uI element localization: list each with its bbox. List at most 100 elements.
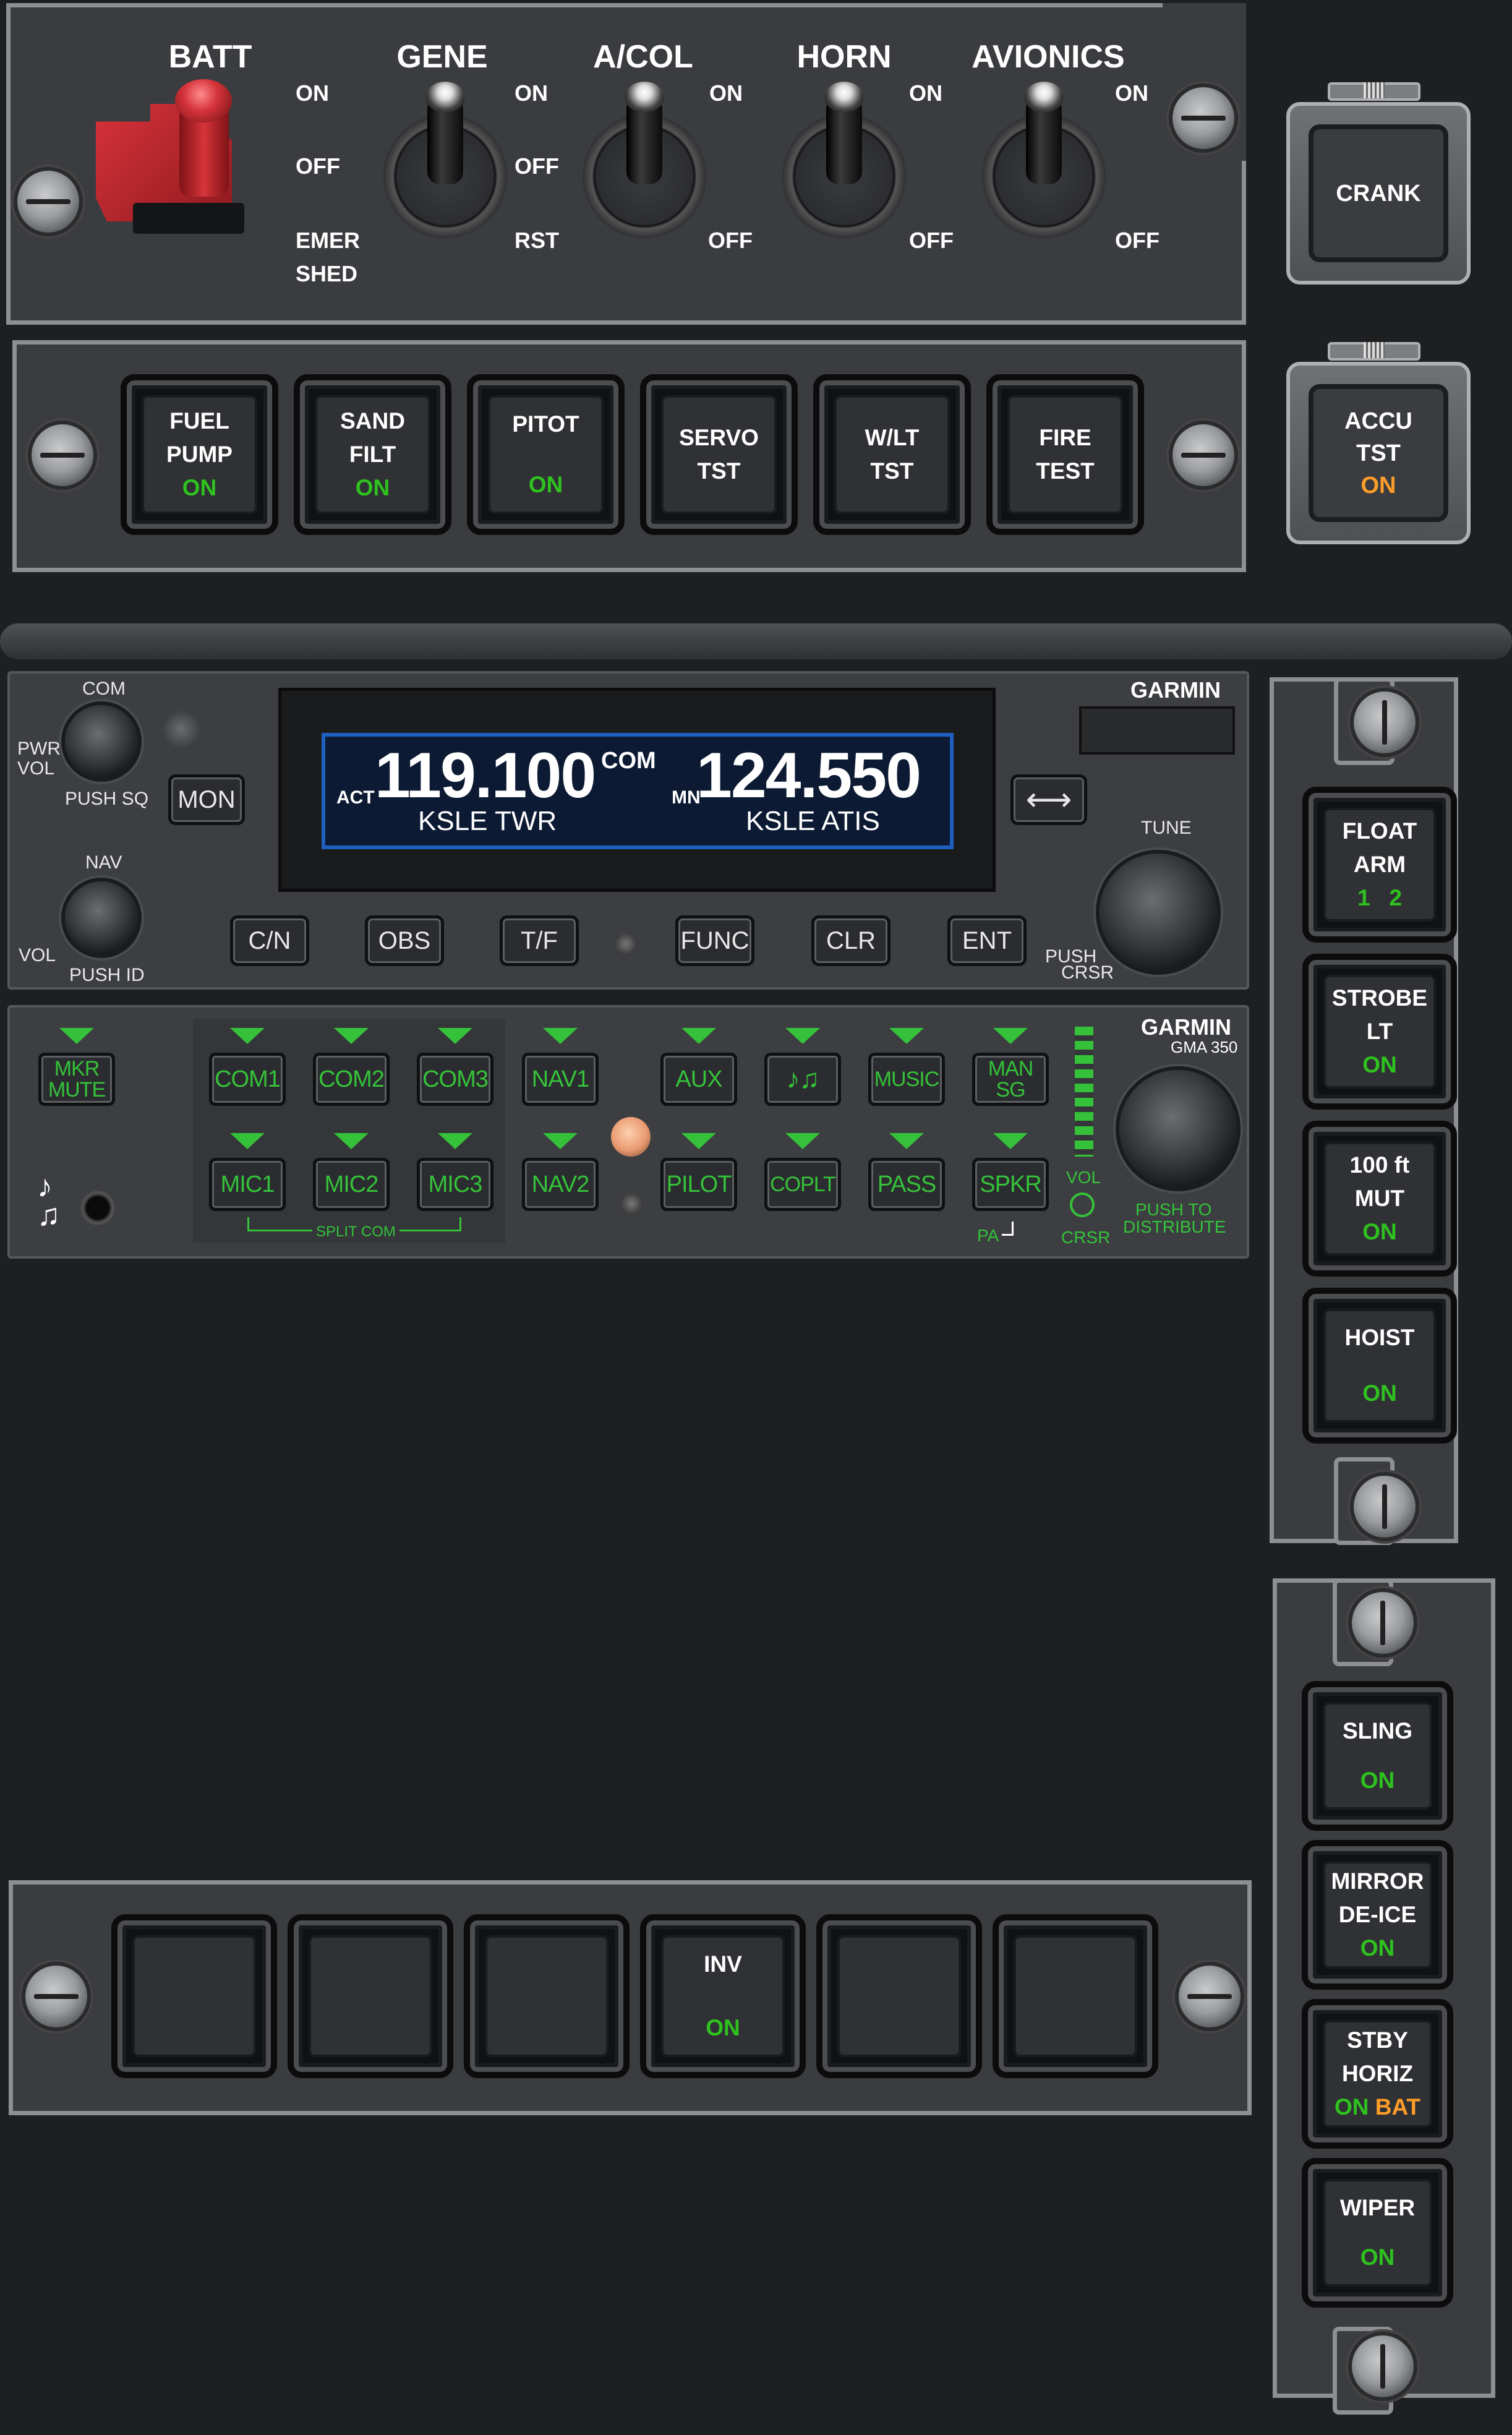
pitot-label: PITOT [512, 411, 579, 437]
horn-on-label: ON [909, 80, 942, 106]
nav2-indicator-icon [543, 1133, 578, 1149]
music-indicator-icon [889, 1028, 924, 1044]
screw-icon [1348, 1588, 1417, 1658]
sling-label: SLING [1342, 1718, 1413, 1744]
blank-button-3[interactable] [464, 1914, 630, 2078]
pa-bracket [1002, 1222, 1014, 1236]
batt-switch[interactable] [96, 79, 275, 259]
sand-filt-button[interactable]: SAND FILT ON [294, 374, 451, 535]
wiper-label: WIPER [1339, 2195, 1416, 2220]
music-button[interactable]: MUSIC [868, 1053, 945, 1106]
audio-volume-knob[interactable] [1119, 1070, 1237, 1188]
nav1-button[interactable]: NAV1 [522, 1053, 599, 1106]
wlt-tst-label-1: W/LT [865, 425, 920, 450]
crank-label: CRANK [1336, 180, 1421, 207]
sensor-icon [620, 1192, 643, 1215]
com2-indicator-icon [334, 1028, 369, 1044]
screw-icon [1350, 688, 1419, 757]
fuel-pump-state: ON [182, 475, 217, 500]
sling-button[interactable]: SLING ON [1302, 1681, 1453, 1831]
100ft-mut-button[interactable]: 100 ft MUT ON [1302, 1121, 1457, 1277]
pass-button[interactable]: PASS [868, 1158, 945, 1211]
acol-toggle-knob-icon [625, 82, 664, 113]
float-arm-label-1: FLOAT [1342, 818, 1417, 844]
hoist-button[interactable]: HOIST ON [1302, 1288, 1457, 1444]
swap-button[interactable]: ⟷ [1010, 774, 1087, 825]
mic3-button[interactable]: MIC3 [417, 1158, 493, 1211]
swap-icon: ⟷ [1025, 782, 1072, 818]
com2-button[interactable]: COM2 [313, 1053, 390, 1106]
blank-button-2[interactable] [288, 1914, 453, 2078]
sensor-icon [615, 933, 637, 955]
stby-horiz-state: ON [1334, 2094, 1369, 2120]
horn-off-label: OFF [909, 228, 954, 253]
strobe-lt-state: ON [1362, 1052, 1397, 1077]
pilot-button[interactable]: PILOT [660, 1158, 737, 1211]
aux-button[interactable]: AUX [660, 1053, 737, 1106]
tf-button[interactable]: T/F [500, 915, 579, 966]
act-label: ACT [336, 787, 375, 808]
100ft-mut-label-1: 100 ft [1349, 1152, 1410, 1178]
inv-button[interactable]: INV ON [640, 1914, 806, 2078]
pitot-button[interactable]: PITOT ON [467, 374, 625, 535]
sand-filt-state: ON [355, 475, 390, 500]
batt-on-label: ON [296, 80, 329, 106]
com3-button[interactable]: COM3 [417, 1053, 493, 1106]
cn-button[interactable]: C/N [230, 915, 309, 966]
mon-button[interactable]: MON [168, 774, 245, 825]
coplt-button[interactable]: COPLT [764, 1158, 841, 1211]
fire-test-button[interactable]: FIRE TEST [986, 374, 1144, 535]
servo-tst-button[interactable]: SERVO TST [640, 374, 798, 535]
accu-label-1: ACCU [1344, 408, 1412, 434]
accu-tst-button[interactable]: ACCU TST ON [1286, 362, 1471, 544]
com-knob-label: COM [82, 678, 126, 699]
float-arm-label-2: ARM [1353, 852, 1406, 877]
screw-icon [28, 421, 97, 490]
wiper-button[interactable]: WIPER ON [1302, 2158, 1453, 2308]
mkr-mute-button[interactable]: MKR MUTE [38, 1053, 115, 1106]
coplt-indicator-icon [785, 1133, 820, 1149]
blank-button-1[interactable] [111, 1914, 277, 2078]
avionics-title: AVIONICS [972, 39, 1125, 75]
frequency-display: ACT 119.100 COM MN 124.550 KSLE TWR KSLE… [322, 733, 954, 849]
stby-horiz-button[interactable]: STBY HORIZ ON BAT [1302, 1999, 1453, 2149]
accu-guard-clip [1328, 342, 1420, 361]
gene-rst-label: RST [515, 228, 559, 253]
pilot-indicator-icon [681, 1133, 716, 1149]
mic2-button[interactable]: MIC2 [313, 1158, 390, 1211]
distribute-label: DISTRIBUTE [1123, 1217, 1226, 1236]
100ft-mut-label-2: MUT [1354, 1186, 1405, 1211]
music-share-button[interactable]: ♪♫ [764, 1053, 841, 1106]
ent-button[interactable]: ENT [947, 915, 1027, 966]
func-button[interactable]: FUNC [675, 915, 754, 966]
vol-label: VOL [19, 945, 56, 965]
tune-knob[interactable] [1100, 854, 1217, 971]
acol-off-label: OFF [708, 228, 753, 253]
nav-volume-knob[interactable] [65, 881, 138, 954]
mic1-button[interactable]: MIC1 [209, 1158, 286, 1211]
crank-button[interactable]: CRANK [1286, 102, 1471, 285]
strobe-lt-button[interactable]: STROBE LT ON [1302, 954, 1457, 1110]
float-arm-button[interactable]: FLOAT ARM 1 2 [1302, 787, 1457, 943]
obs-button[interactable]: OBS [365, 915, 444, 966]
com1-button[interactable]: COM1 [209, 1053, 286, 1106]
hoist-state: ON [1362, 1380, 1397, 1406]
clr-button[interactable]: CLR [811, 915, 891, 966]
wlt-tst-button[interactable]: W/LT TST [813, 374, 971, 535]
gene-off-label: OFF [515, 153, 559, 179]
inv-state: ON [706, 2015, 740, 2040]
fuel-pump-button[interactable]: FUEL PUMP ON [121, 374, 278, 535]
active-station: KSLE TWR [418, 806, 557, 836]
mirror-de-ice-button[interactable]: MIRROR DE-ICE ON [1302, 1840, 1453, 1990]
nav2-button[interactable]: NAV2 [522, 1158, 599, 1211]
blank-button-6[interactable] [993, 1914, 1158, 2078]
spkr-button[interactable]: SPKR [972, 1158, 1049, 1211]
pwr-vol-label: PWR VOL [17, 738, 61, 779]
com-volume-knob[interactable] [65, 705, 138, 778]
man-sg-label: MAN SG [988, 1057, 1034, 1102]
man-sg-button[interactable]: MAN SG [972, 1053, 1049, 1106]
blank-button-5[interactable] [816, 1914, 982, 2078]
pa-label: PA [977, 1226, 999, 1245]
servo-tst-label-2: TST [697, 458, 741, 484]
power-icon [1070, 1192, 1095, 1217]
